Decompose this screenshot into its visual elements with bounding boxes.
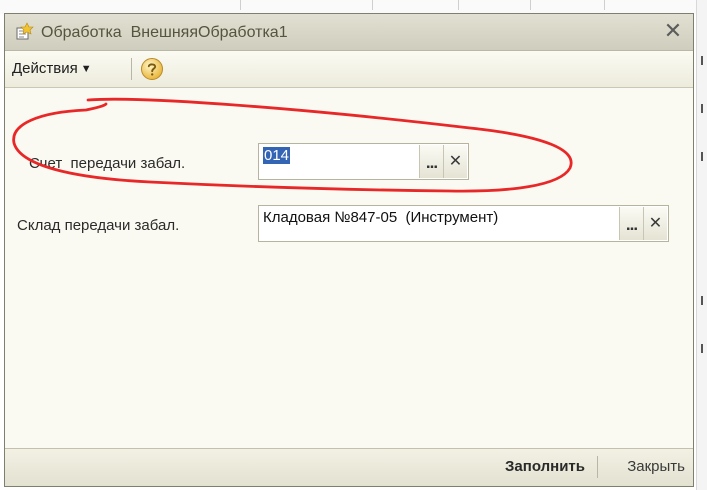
background-mark bbox=[701, 152, 703, 161]
background-mark bbox=[701, 344, 703, 353]
window-toolbar: Действия ▼ bbox=[5, 51, 693, 88]
background-tick bbox=[240, 0, 241, 10]
background-tick bbox=[372, 0, 373, 10]
warehouse-clear-icon[interactable]: ✕ bbox=[643, 207, 667, 240]
background-top-strip bbox=[0, 0, 707, 14]
help-icon[interactable] bbox=[140, 57, 164, 81]
background-mark bbox=[701, 104, 703, 113]
close-icon[interactable]: ✕ bbox=[660, 18, 686, 44]
chevron-down-icon: ▼ bbox=[80, 63, 92, 75]
footer-separator bbox=[597, 456, 598, 478]
background-mark bbox=[701, 296, 703, 305]
processing-window: Обработка ВнешняяОбработка1 ✕ Действия ▼ … bbox=[4, 13, 694, 487]
warehouse-transfer-value: Кладовая №847-05 (Инструмент) bbox=[263, 209, 499, 226]
warehouse-transfer-input[interactable]: Кладовая №847-05 (Инструмент) ... ✕ bbox=[258, 205, 669, 242]
account-clear-icon[interactable]: ✕ bbox=[443, 145, 467, 178]
warehouse-choose-button[interactable]: ... bbox=[619, 207, 643, 240]
processing-icon bbox=[16, 22, 34, 40]
background-tick bbox=[530, 0, 531, 10]
background-tick bbox=[458, 0, 459, 10]
warehouse-transfer-label: Склад передачи забал. bbox=[17, 217, 180, 234]
window-footer: Заполнить Закрыть bbox=[5, 448, 693, 486]
account-transfer-value: 014 bbox=[263, 147, 291, 164]
fill-button[interactable]: Заполнить bbox=[505, 458, 585, 475]
account-transfer-label: Счет передачи забал. bbox=[29, 155, 186, 172]
background-right-strip bbox=[696, 0, 707, 490]
toolbar-separator bbox=[131, 58, 132, 80]
window-titlebar[interactable]: Обработка ВнешняяОбработка1 ✕ bbox=[5, 14, 693, 51]
account-choose-button[interactable]: ... bbox=[419, 145, 443, 178]
window-title: Обработка ВнешняяОбработка1 bbox=[41, 24, 288, 41]
actions-menu-button[interactable]: Действия ▼ bbox=[12, 60, 92, 77]
close-button[interactable]: Закрыть bbox=[627, 458, 685, 475]
background-tick bbox=[604, 0, 605, 10]
account-transfer-input[interactable]: 014 ... ✕ bbox=[258, 143, 469, 180]
background-mark bbox=[701, 56, 703, 65]
actions-menu-label: Действия bbox=[12, 60, 78, 77]
form-content: Счет передачи забал. 014 ... ✕ Склад пер… bbox=[5, 88, 693, 449]
